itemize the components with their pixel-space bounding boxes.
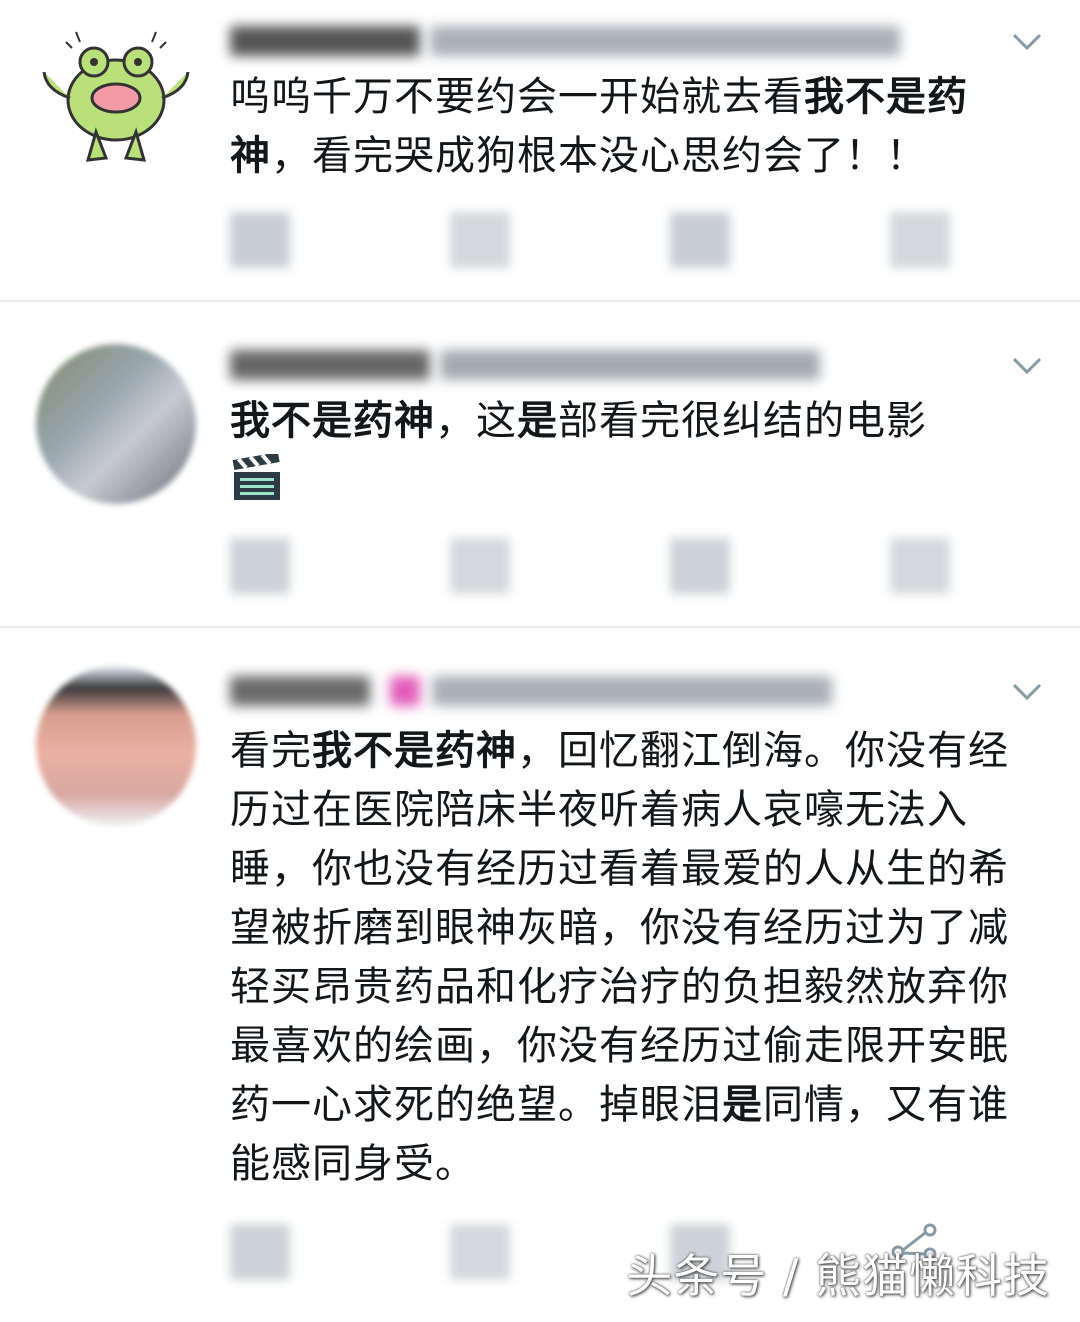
frog-avatar[interactable] <box>36 20 196 180</box>
clapper-board-icon <box>232 454 280 500</box>
retweet-icon[interactable] <box>450 1224 510 1280</box>
text-run: 呜呜千万不要约会一开始就去看 <box>230 74 804 120</box>
tweet-actions <box>230 212 970 272</box>
highlight-text: 是 <box>517 398 558 444</box>
retweet-icon[interactable] <box>450 538 510 594</box>
reply-icon[interactable] <box>230 1224 290 1280</box>
text-run: ，看完哭成狗根本没心思约会了！！ <box>271 133 927 179</box>
text-run: 部看完很纠结的电影 <box>558 398 927 444</box>
chevron-down-icon[interactable] <box>1010 348 1044 382</box>
tweet-header <box>230 668 832 714</box>
tweet-3[interactable]: 看完我不是药神，回忆翻江倒海。你没有经历过在医院陪床半夜听着病人哀嚎无法入睡，你… <box>0 628 1080 1322</box>
username-redacted <box>230 676 370 706</box>
chevron-down-icon[interactable] <box>1010 674 1044 708</box>
watermark: 头条号 / 熊猫懒科技 <box>626 1249 1050 1303</box>
highlight-text: 我不是药神 <box>230 398 435 444</box>
handle-redacted <box>430 26 900 56</box>
frog-icon <box>42 31 190 162</box>
highlight-text: 是 <box>722 1082 763 1128</box>
like-icon[interactable] <box>670 538 730 594</box>
pixelated-avatar[interactable] <box>36 344 196 504</box>
tweet-actions <box>230 538 970 598</box>
name-emoji-redacted <box>390 676 420 706</box>
reply-icon[interactable] <box>230 538 290 594</box>
share-icon[interactable] <box>890 212 950 268</box>
tweet-1[interactable]: 呜呜千万不要约会一开始就去看我不是药神，看完哭成狗根本没心思约会了！！ <box>0 0 1080 302</box>
highlight-text: 我不是药神 <box>312 728 517 774</box>
tweet-text: 我不是药神，这是部看完很纠结的电影 <box>230 392 1040 451</box>
tweet-text: 看完我不是药神，回忆翻江倒海。你没有经历过在医院陪床半夜听着病人哀嚎无法入睡，你… <box>230 722 1040 1194</box>
chevron-down-icon[interactable] <box>1010 24 1044 58</box>
text-run: ，这 <box>435 398 517 444</box>
username-redacted <box>230 26 420 56</box>
retweet-icon[interactable] <box>450 212 510 268</box>
reply-icon[interactable] <box>230 212 290 268</box>
handle-redacted <box>440 350 820 380</box>
tweet-header <box>230 18 900 64</box>
text-run: 看完 <box>230 728 312 774</box>
tweet-2[interactable]: 我不是药神，这是部看完很纠结的电影 <box>0 302 1080 628</box>
pixelated-face-avatar[interactable] <box>36 666 196 826</box>
handle-redacted <box>432 676 832 706</box>
like-icon[interactable] <box>670 212 730 268</box>
tweet-header <box>230 342 820 388</box>
text-run: ，回忆翻江倒海。你没有经历过在医院陪床半夜听着病人哀嚎无法入睡，你也没有经历过看… <box>230 728 1009 1128</box>
tweet-text: 呜呜千万不要约会一开始就去看我不是药神，看完哭成狗根本没心思约会了！！ <box>230 68 1040 186</box>
username-redacted <box>230 350 430 380</box>
share-icon[interactable] <box>890 538 950 594</box>
